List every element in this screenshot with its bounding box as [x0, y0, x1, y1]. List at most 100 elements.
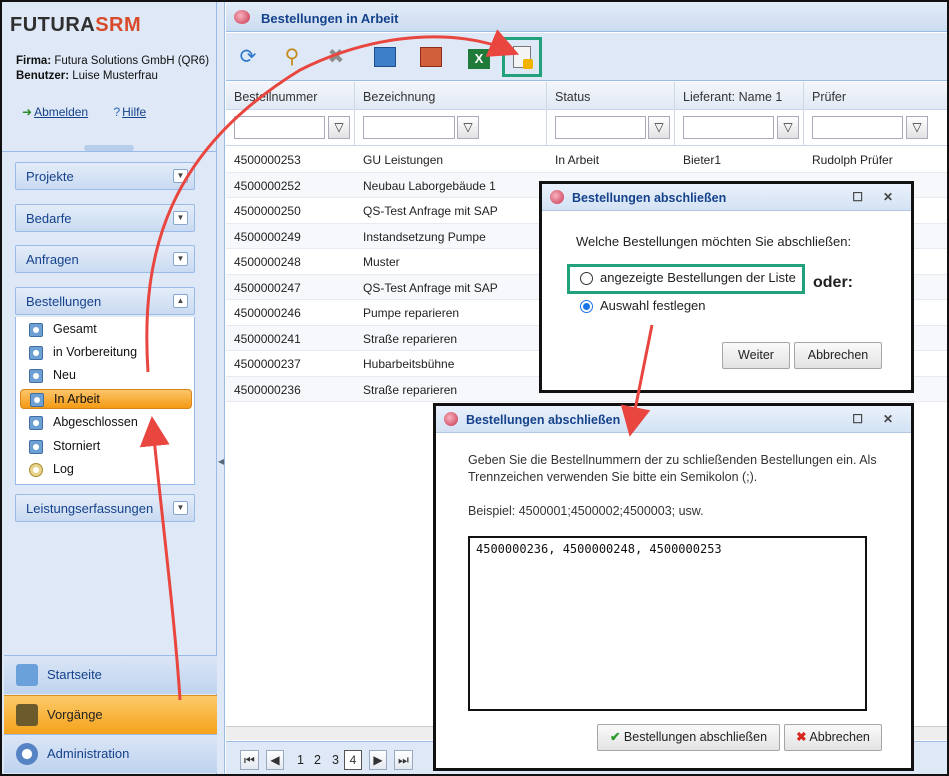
table-cell: 4500000253	[234, 153, 301, 167]
table-cell: 4500000246	[234, 306, 301, 320]
table-cell: GU Leistungen	[363, 153, 444, 167]
table-row[interactable]: 4500000253 GU Leistungen In Arbeit Bieter1 R…	[226, 147, 947, 173]
filter-row: ▽ ▽ ▽ ▽ ▽	[226, 110, 947, 146]
table-cell: Pumpe reparieren	[363, 306, 460, 320]
nav-administration[interactable]: Administration	[4, 734, 217, 773]
logout-link[interactable]: Abmelden	[34, 105, 88, 119]
table-cell: Straße reparieren	[363, 382, 458, 397]
nav-item-log[interactable]: Log	[20, 460, 192, 480]
filter-icon[interactable]: ▽	[328, 116, 350, 139]
filter-icon[interactable]: ▽	[648, 116, 670, 139]
settings-export-icon[interactable]	[417, 43, 445, 71]
chevron-down-icon[interactable]: ▼	[173, 252, 188, 266]
filter-input-pruefer[interactable]	[812, 116, 903, 139]
radio-custom-label[interactable]: Auswahl festlegen	[600, 298, 706, 313]
table-cell: QS-Test Anfrage mit SAP	[363, 280, 498, 295]
filter-input-bezeichnung[interactable]	[363, 116, 455, 139]
nav-vorgaenge[interactable]: Vorgänge	[4, 695, 217, 734]
dialog-instruction: Geben Sie die Bestellnummern der zu schl…	[468, 453, 877, 484]
page-link[interactable]: 2	[314, 753, 321, 767]
next-page-icon[interactable]: ▶	[369, 750, 387, 770]
help-link[interactable]: Hilfe	[122, 105, 146, 119]
top-links: ➜ Abmelden ? Hilfe	[22, 105, 168, 119]
filter-icon[interactable]: ▽	[906, 116, 928, 139]
cancel-button[interactable]: ✖ Abbrechen	[784, 724, 882, 751]
filter-input-bestellnummer[interactable]	[234, 116, 325, 139]
filter-icon[interactable]: ▽	[777, 116, 799, 139]
excel-icon[interactable]: X	[465, 43, 493, 71]
dialog-question: Welche Bestellungen möchten Sie abschlie…	[576, 234, 852, 249]
nav-item-in-arbeit[interactable]: In Arbeit	[20, 389, 192, 409]
nav-item-in-vorbereitung[interactable]: in Vorbereitung	[20, 343, 192, 363]
accordion-anfragen[interactable]: Anfragen ▼	[15, 245, 195, 273]
sidebar-collapse-handle[interactable]: ◀	[217, 2, 225, 774]
table-cell: 4500000237	[234, 357, 301, 371]
list-icon	[29, 346, 43, 360]
accordion-bestellungen[interactable]: Bestellungen ▲	[15, 287, 195, 315]
chevron-down-icon[interactable]: ▼	[173, 501, 188, 515]
column-lieferant[interactable]: Lieferant: Name 1	[675, 82, 804, 110]
last-page-icon[interactable]: ⏭	[394, 750, 413, 770]
table-cell: 4500000247	[234, 280, 301, 295]
radio-displayed-label[interactable]: angezeigte Bestellungen der Liste	[600, 270, 796, 285]
table-cell: 4500000241	[234, 331, 301, 346]
maximize-icon[interactable]: ☐	[852, 412, 863, 426]
cancel-button[interactable]: Abbrechen	[794, 342, 882, 369]
close-icon[interactable]: ✕	[883, 412, 893, 426]
delete-icon[interactable]: ✖	[322, 43, 350, 71]
nav-item-storniert[interactable]: Storniert	[20, 437, 192, 457]
page-current[interactable]: 4	[344, 750, 362, 770]
oder-annotation: oder:	[813, 274, 853, 291]
filter-input-lieferant[interactable]	[683, 116, 774, 139]
filter-input-status[interactable]	[555, 116, 646, 139]
dialog-enter-numbers: Bestellungen abschließen ☐ ✕ Geben Sie d…	[433, 403, 914, 771]
confirm-close-button[interactable]: ✔ Bestellungen abschließen	[597, 724, 780, 751]
radio-displayed[interactable]	[580, 272, 593, 285]
dialog-example: Beispiel: 4500001;4500002;4500003; usw.	[468, 504, 704, 518]
sidebar-divider	[2, 151, 217, 152]
gear-icon	[16, 743, 38, 765]
export-icon[interactable]	[371, 43, 399, 71]
chevron-down-icon[interactable]: ▼	[173, 169, 188, 183]
chevron-left-icon: ◀	[218, 457, 225, 466]
table-cell: 4500000249	[234, 229, 301, 244]
table-cell: 4500000252	[234, 178, 301, 193]
accordion-bedarfe[interactable]: Bedarfe ▼	[15, 204, 195, 232]
accordion-projekte[interactable]: Projekte ▼	[15, 162, 195, 190]
close-order-icon[interactable]	[508, 43, 536, 71]
firma-value: Futura Solutions GmbH (QR6)	[54, 55, 210, 67]
next-button[interactable]: Weiter	[722, 342, 790, 369]
first-page-icon[interactable]: ⏮	[240, 750, 259, 770]
cancel-icon: ✖	[796, 730, 807, 744]
close-icon[interactable]: ✕	[883, 190, 893, 204]
nav-item-abgeschlossen[interactable]: Abgeschlossen	[20, 413, 192, 433]
table-cell: 4500000236	[234, 382, 301, 397]
search-icon[interactable]: ⚲	[278, 43, 306, 71]
filter-icon[interactable]: ▽	[457, 116, 479, 139]
table-cell: Instandsetzung Pumpe	[363, 229, 486, 244]
column-bestellnummer[interactable]: Bestellnummer	[226, 82, 355, 110]
dialog-select-mode: Bestellungen abschließen ☐ ✕ Welche Best…	[539, 181, 914, 393]
account-info: Firma: Futura Solutions GmbH (QR6) Benut…	[16, 54, 209, 84]
order-numbers-textarea[interactable]: 4500000236, 4500000248, 4500000253	[468, 536, 867, 711]
nav-item-neu[interactable]: Neu	[20, 366, 192, 386]
column-bezeichnung[interactable]: Bezeichnung	[355, 82, 547, 110]
nav-item-gesamt[interactable]: Gesamt	[20, 320, 192, 340]
accordion-leistungserfassungen[interactable]: Leistungserfassungen ▼	[15, 494, 195, 522]
column-status[interactable]: Status	[547, 82, 675, 110]
refresh-icon[interactable]: ⟳	[234, 43, 262, 71]
check-icon: ✔	[609, 730, 621, 744]
bestellungen-panel: Gesamt in Vorbereitung Neu In Arbeit Abg…	[15, 317, 195, 485]
page-link[interactable]: 3	[332, 753, 339, 767]
nav-startseite[interactable]: Startseite	[4, 655, 217, 694]
toolbar: ⟳ ⚲ ✖ X	[226, 33, 947, 81]
prev-page-icon[interactable]: ◀	[266, 750, 284, 770]
page-link[interactable]: 1	[297, 753, 304, 767]
page-title: Bestellungen in Arbeit	[226, 2, 947, 32]
chevron-up-icon[interactable]: ▲	[173, 294, 188, 308]
chevron-down-icon[interactable]: ▼	[173, 211, 188, 225]
column-pruefer[interactable]: Prüfer	[804, 82, 947, 110]
table-cell: 4500000248	[234, 255, 301, 269]
radio-custom[interactable]	[580, 300, 593, 313]
maximize-icon[interactable]: ☐	[852, 190, 863, 204]
